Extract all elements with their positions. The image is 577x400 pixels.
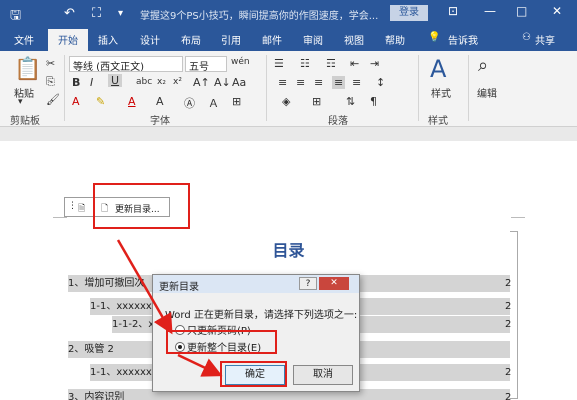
sort-icon[interactable]: ⇅ — [346, 95, 355, 108]
font-size-select[interactable]: 五号 — [185, 56, 227, 72]
share-button[interactable]: 共享 — [535, 32, 555, 47]
character-shading-icon[interactable]: A — [156, 95, 164, 108]
lightbulb-icon: 💡 — [428, 32, 441, 43]
highlight-box — [93, 183, 190, 229]
align-left-icon[interactable]: ≡ — [278, 76, 287, 89]
user-icon: ⚇ — [522, 32, 531, 43]
divider — [468, 55, 469, 121]
styles-icon[interactable]: A — [430, 55, 446, 83]
italic-icon[interactable]: I — [90, 76, 93, 89]
align-right-icon[interactable]: ≡ — [314, 76, 323, 89]
group-paragraph-label: 段落 — [328, 116, 348, 127]
highlight-box — [220, 361, 287, 387]
toc-bracket — [510, 231, 518, 399]
document-title: 掌握这9个PS小技巧，瞬间提高你的作图速度，学会... — [140, 11, 379, 22]
enclose-characters-icon[interactable]: Ⓐ — [184, 95, 195, 111]
font-name-select[interactable]: 等线 (西文正文) — [69, 56, 183, 72]
shading-icon[interactable]: ◈ — [282, 95, 290, 108]
highlight-icon[interactable]: ✎ — [96, 95, 105, 108]
multilevel-list-icon[interactable]: ☶ — [326, 57, 336, 70]
margin-mark — [511, 217, 525, 218]
group-font-label: 字体 — [150, 116, 170, 127]
title-bar: 🖫 ↶ ⛶ ▾ 掌握这9个PS小技巧，瞬间提高你的作图速度，学会... 登录 ⊡… — [0, 0, 577, 27]
copy-icon[interactable]: ⎘ — [46, 75, 55, 89]
editing-button[interactable]: 编辑 — [477, 85, 497, 100]
divider — [266, 55, 267, 121]
margin-mark — [53, 217, 67, 218]
save-icon[interactable]: 🖫 — [10, 6, 21, 28]
numbering-icon[interactable]: ☷ — [300, 57, 310, 70]
search-icon[interactable]: ⌕ — [478, 55, 488, 76]
ribbon-display-icon[interactable]: ⊡ — [448, 4, 458, 18]
text-effects-icon[interactable]: A — [72, 95, 80, 108]
login-button[interactable]: 登录 — [390, 5, 428, 21]
touch-mode-icon[interactable]: ⛶ — [92, 6, 101, 21]
tab-home[interactable]: 开始 — [48, 29, 88, 51]
divider — [418, 55, 419, 121]
paste-button[interactable]: 粘贴 — [14, 85, 34, 100]
paste-options-icon[interactable]: ▾ — [18, 97, 23, 107]
character-border-icon[interactable]: ⊞ — [232, 95, 241, 108]
underline-icon[interactable]: U — [108, 74, 123, 87]
styles-button[interactable]: 样式 — [431, 85, 451, 100]
undo-icon[interactable]: ↶ — [64, 6, 75, 21]
grow-font-icon[interactable]: A↑ — [193, 76, 210, 89]
bullets-icon[interactable]: ☰ — [274, 57, 284, 70]
tell-me-box[interactable]: 告诉我 — [448, 32, 478, 47]
tab-file[interactable]: 文件 — [14, 32, 34, 47]
ribbon-tabs: 文件 开始 插入 设计 布局 引用 邮件 审阅 视图 帮助 💡 告诉我 ⚇ 共享 — [0, 27, 577, 51]
tab-review[interactable]: 审阅 — [303, 32, 323, 47]
minimize-button[interactable]: — — [484, 4, 496, 18]
format-painter-icon[interactable]: 🖌 — [46, 93, 60, 106]
change-case-icon[interactable]: Aa — [232, 76, 246, 89]
clear-formatting-icon[interactable]: Ａ — [208, 95, 219, 111]
tab-design[interactable]: 设计 — [140, 32, 160, 47]
group-styles-label: 样式 — [428, 116, 448, 127]
tab-view[interactable]: 视图 — [344, 32, 364, 47]
font-color-icon[interactable]: A — [128, 95, 136, 108]
increase-indent-icon[interactable]: ⇥ — [370, 57, 379, 70]
tab-mailings[interactable]: 邮件 — [262, 32, 282, 47]
help-button[interactable]: ? — [299, 277, 317, 290]
borders-icon[interactable]: ⊞ — [312, 95, 321, 108]
divider — [64, 55, 65, 121]
document-icon: 🗎 — [78, 204, 86, 214]
toc-title: 目录 — [272, 241, 305, 260]
phonetic-guide-icon[interactable]: wén — [231, 57, 250, 67]
highlight-box — [166, 330, 277, 354]
cut-icon[interactable]: ✂ — [46, 57, 55, 70]
justify-icon[interactable]: ≡ — [332, 76, 346, 89]
line-spacing-icon[interactable]: ↕ — [376, 76, 385, 89]
dialog-close-button[interactable]: ✕ — [319, 277, 349, 290]
dialog-message: Word 正在更新目录，请选择下列选项之一: — [165, 310, 358, 321]
tab-references[interactable]: 引用 — [221, 32, 241, 47]
align-center-icon[interactable]: ≡ — [296, 76, 305, 89]
group-clipboard-label: 剪贴板 — [10, 116, 40, 127]
customize-toolbar-icon[interactable]: ▾ — [118, 8, 123, 19]
decrease-indent-icon[interactable]: ⇤ — [350, 57, 359, 70]
strikethrough-icon[interactable]: abc — [136, 77, 152, 87]
show-marks-icon[interactable]: ¶ — [370, 95, 377, 108]
tab-insert[interactable]: 插入 — [98, 32, 118, 47]
shrink-font-icon[interactable]: A↓ — [214, 76, 231, 89]
cancel-button[interactable]: 取消 — [293, 365, 353, 385]
distributed-icon[interactable]: ≡ — [352, 76, 361, 89]
drag-handle-icon[interactable]: ⋮ — [68, 201, 77, 211]
tab-layout[interactable]: 布局 — [181, 32, 201, 47]
close-button[interactable]: ✕ — [552, 4, 562, 18]
paste-icon[interactable]: 📋 — [14, 57, 41, 82]
superscript-icon[interactable]: x² — [173, 77, 182, 87]
restore-button[interactable]: □ — [516, 4, 527, 18]
subscript-icon[interactable]: x₂ — [157, 77, 166, 87]
ribbon: 📋 粘贴 ▾ ✂ ⎘ 🖌 等线 (西文正文) 五号 wén B I U abc … — [0, 51, 577, 127]
bold-icon[interactable]: B — [72, 76, 80, 89]
tab-help[interactable]: 帮助 — [385, 32, 405, 47]
